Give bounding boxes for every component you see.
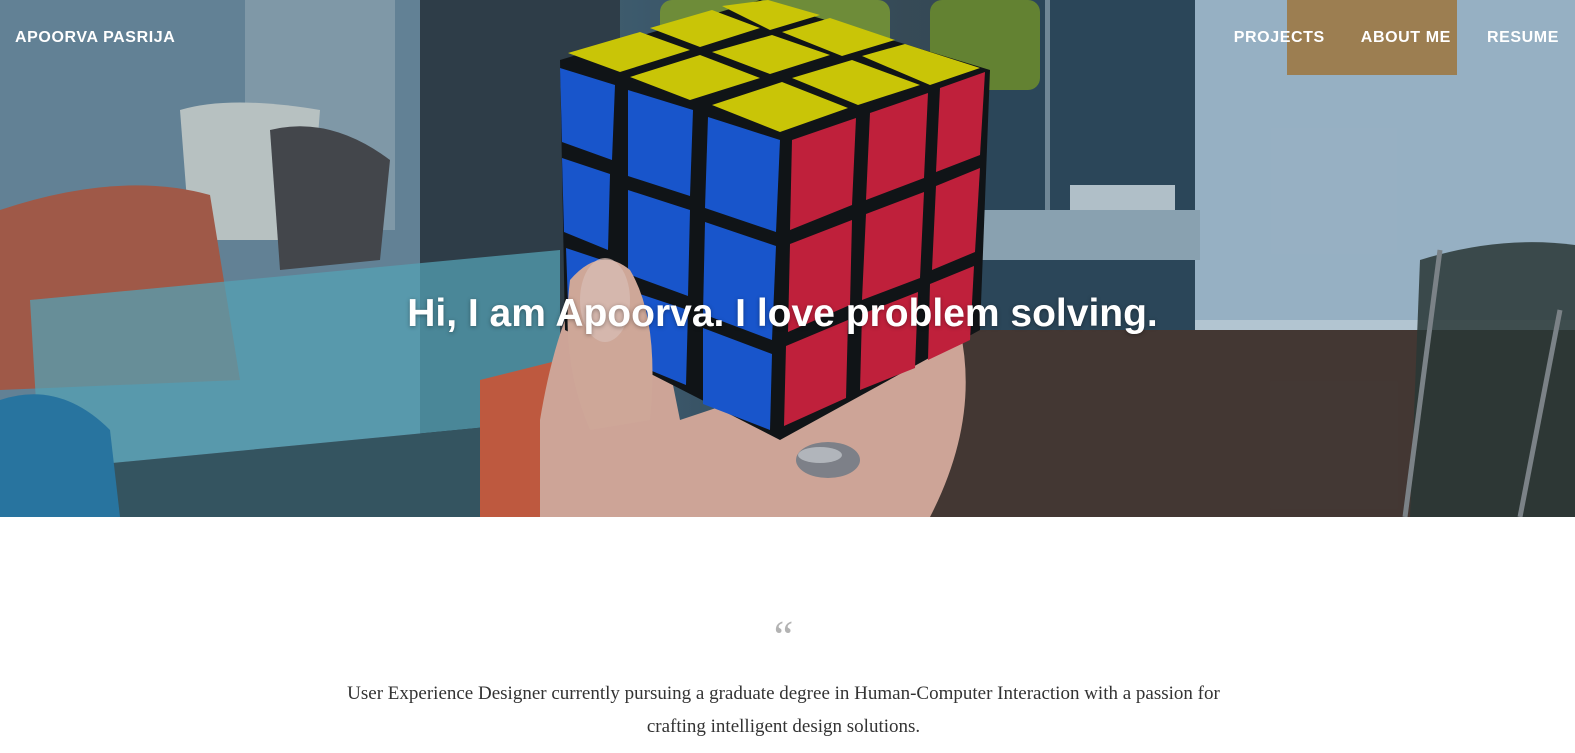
hero-overlay xyxy=(0,0,1575,517)
nav-link-resume[interactable]: RESUME xyxy=(1487,29,1559,47)
hero-banner: APOORVA PASRIJA PROJECTS ABOUT ME RESUME… xyxy=(0,0,1575,517)
quote-mark-icon: “ xyxy=(773,612,794,661)
hero-headline: Hi, I am Apoorva. I love problem solving… xyxy=(407,292,1158,336)
intro-section: “ User Experience Designer currently pur… xyxy=(0,517,1575,753)
intro-bio-text: User Experience Designer currently pursu… xyxy=(347,683,1220,737)
site-logo-link[interactable]: APOORVA PASRIJA xyxy=(15,29,175,47)
main-nav: PROJECTS ABOUT ME RESUME xyxy=(1234,29,1559,47)
nav-link-about-me[interactable]: ABOUT ME xyxy=(1361,29,1451,47)
nav-link-projects[interactable]: PROJECTS xyxy=(1234,29,1325,47)
